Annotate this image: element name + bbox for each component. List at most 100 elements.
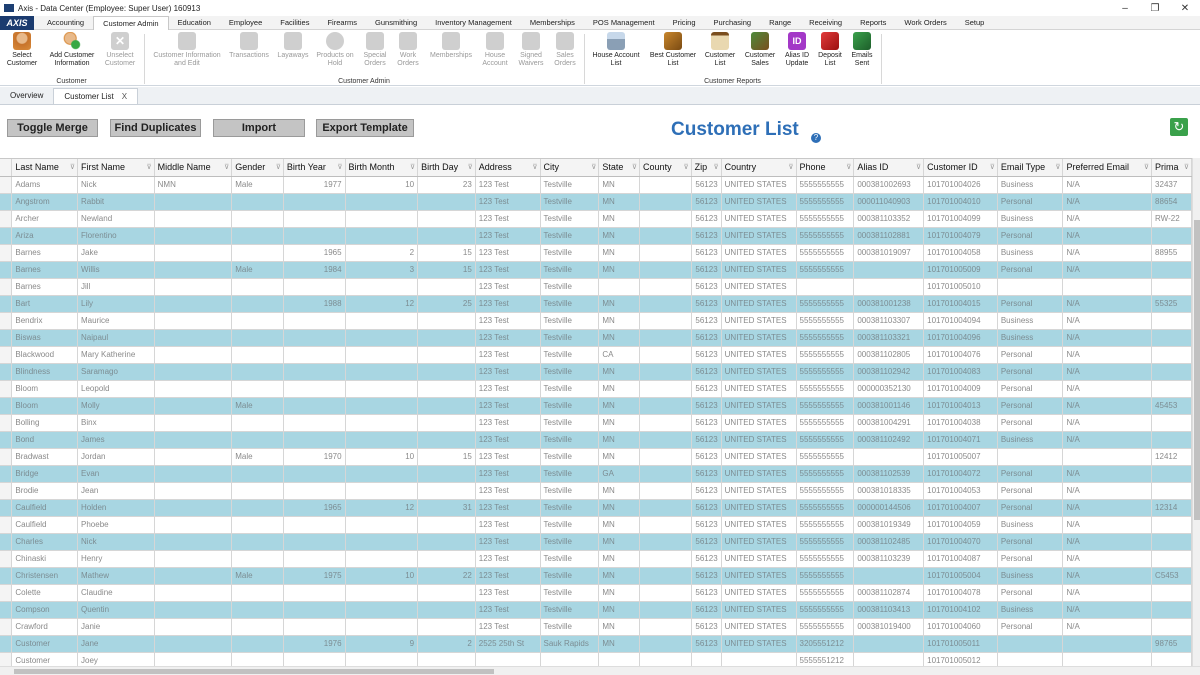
table-cell[interactable]: 000000144506 <box>853 499 925 517</box>
table-cell[interactable] <box>154 618 233 636</box>
table-cell[interactable]: 2 <box>417 635 476 653</box>
table-cell[interactable] <box>345 550 419 568</box>
table-cell[interactable]: UNITED STATES <box>721 380 797 398</box>
table-cell[interactable]: 123 Test <box>475 227 541 245</box>
table-cell[interactable] <box>1062 652 1153 666</box>
table-cell[interactable] <box>417 601 476 619</box>
table-cell[interactable]: UNITED STATES <box>721 210 797 228</box>
table-cell[interactable] <box>1151 601 1192 619</box>
table-row[interactable]: Blackwood Mary Katherine 123 Test Testville… <box>0 346 1192 364</box>
table-cell[interactable] <box>639 584 692 602</box>
table-cell[interactable]: 5555555555 <box>796 193 855 211</box>
table-cell[interactable]: Testville <box>540 448 600 466</box>
column-header[interactable]: Country ⊽ <box>721 159 797 177</box>
table-cell[interactable] <box>345 482 419 500</box>
menu-education[interactable]: Education <box>169 16 220 30</box>
table-cell[interactable]: 123 Test <box>475 601 541 619</box>
table-cell[interactable] <box>639 567 692 585</box>
table-cell[interactable]: 101701004058 <box>923 244 998 262</box>
table-row[interactable]: Christensen Mathew Male 1975 10 22 123 Test Tes… <box>0 567 1192 585</box>
table-cell[interactable]: MN <box>598 635 641 653</box>
table-cell[interactable] <box>231 482 284 500</box>
table-cell[interactable] <box>283 533 346 551</box>
table-cell[interactable]: 101701004094 <box>923 312 998 330</box>
table-cell[interactable]: Testville <box>540 346 600 364</box>
table-cell[interactable]: 56123 <box>691 363 722 381</box>
table-cell[interactable] <box>345 380 419 398</box>
table-cell[interactable]: N/A <box>1062 431 1153 449</box>
table-cell[interactable]: Male <box>231 176 284 194</box>
import-button[interactable]: Import <box>213 119 305 137</box>
table-cell[interactable] <box>639 380 692 398</box>
table-cell[interactable]: Male <box>231 261 284 279</box>
table-cell[interactable]: 000000352130 <box>853 380 925 398</box>
table-cell[interactable]: Testville <box>540 244 600 262</box>
table-cell[interactable] <box>1151 431 1192 449</box>
table-cell[interactable] <box>1151 329 1192 347</box>
table-cell[interactable]: 56123 <box>691 482 722 500</box>
table-cell[interactable] <box>475 652 541 666</box>
table-cell[interactable]: Testville <box>540 516 600 534</box>
column-header[interactable]: Prima ⊽ <box>1151 159 1192 177</box>
row-selector[interactable] <box>0 533 13 551</box>
table-cell[interactable]: Business <box>997 431 1064 449</box>
table-cell[interactable] <box>345 618 419 636</box>
table-cell[interactable] <box>231 499 284 517</box>
table-cell[interactable] <box>345 652 419 666</box>
menu-accounting[interactable]: Accounting <box>38 16 93 30</box>
table-cell[interactable]: 56123 <box>691 397 722 415</box>
table-cell[interactable] <box>1151 380 1192 398</box>
table-cell[interactable] <box>1151 312 1192 330</box>
table-row[interactable]: Bloom Leopold 123 Test Testville MN 56123 UNIT… <box>0 380 1192 398</box>
table-row[interactable]: Bloom Molly Male 123 Test Testville MN 56123 UN… <box>0 397 1192 415</box>
table-cell[interactable]: N/A <box>1062 414 1153 432</box>
table-cell[interactable]: Testville <box>540 329 600 347</box>
table-row[interactable]: Bolling Binx 123 Test Testville MN 56123 UNITE… <box>0 414 1192 432</box>
table-cell[interactable]: UNITED STATES <box>721 584 797 602</box>
table-cell[interactable]: 56123 <box>691 465 722 483</box>
table-cell[interactable] <box>283 414 346 432</box>
row-selector[interactable] <box>0 499 13 517</box>
table-cell[interactable]: MN <box>598 312 641 330</box>
table-cell[interactable]: Personal <box>997 584 1064 602</box>
table-cell[interactable] <box>1151 652 1192 666</box>
table-cell[interactable]: 101701004087 <box>923 550 998 568</box>
table-cell[interactable]: Personal <box>997 618 1064 636</box>
table-cell[interactable] <box>231 584 284 602</box>
table-cell[interactable] <box>1151 414 1192 432</box>
table-cell[interactable]: 5555555555 <box>796 261 855 279</box>
table-cell[interactable] <box>345 397 419 415</box>
table-cell[interactable] <box>154 363 233 381</box>
filter-icon[interactable]: ⊽ <box>916 163 921 171</box>
table-cell[interactable] <box>231 635 284 653</box>
table-cell[interactable]: 5555555555 <box>796 244 855 262</box>
special-orders-button[interactable]: Special Orders <box>359 32 391 68</box>
table-cell[interactable]: Business <box>997 312 1064 330</box>
table-cell[interactable]: MN <box>598 244 641 262</box>
table-cell[interactable] <box>283 329 346 347</box>
table-cell[interactable]: GA <box>598 465 641 483</box>
vertical-scrollbar[interactable] <box>1192 158 1200 666</box>
table-cell[interactable] <box>283 210 346 228</box>
table-row[interactable]: Brodie Jean 123 Test Testville MN 56123 UNITED… <box>0 482 1192 500</box>
table-cell[interactable] <box>231 380 284 398</box>
table-cell[interactable]: Barnes <box>11 244 79 262</box>
table-cell[interactable]: 56123 <box>691 193 722 211</box>
row-selector[interactable] <box>0 363 13 381</box>
table-cell[interactable] <box>154 567 233 585</box>
table-cell[interactable] <box>154 346 233 364</box>
table-cell[interactable]: 5555551212 <box>796 652 855 666</box>
table-cell[interactable]: 5555555555 <box>796 227 855 245</box>
menu-facilities[interactable]: Facilities <box>271 16 318 30</box>
table-cell[interactable] <box>154 533 233 551</box>
table-cell[interactable]: N/A <box>1062 227 1153 245</box>
table-cell[interactable]: 101701004060 <box>923 618 998 636</box>
row-selector[interactable] <box>0 380 13 398</box>
table-cell[interactable]: Blackwood <box>11 346 79 364</box>
table-row[interactable]: Colette Claudine 123 Test Testville MN 56123 U… <box>0 584 1192 602</box>
close-button[interactable]: ✕ <box>1170 0 1200 16</box>
filter-icon[interactable]: ⊽ <box>276 163 281 171</box>
table-cell[interactable]: UNITED STATES <box>721 244 797 262</box>
column-header[interactable]: City ⊽ <box>540 159 600 177</box>
table-cell[interactable] <box>639 482 692 500</box>
